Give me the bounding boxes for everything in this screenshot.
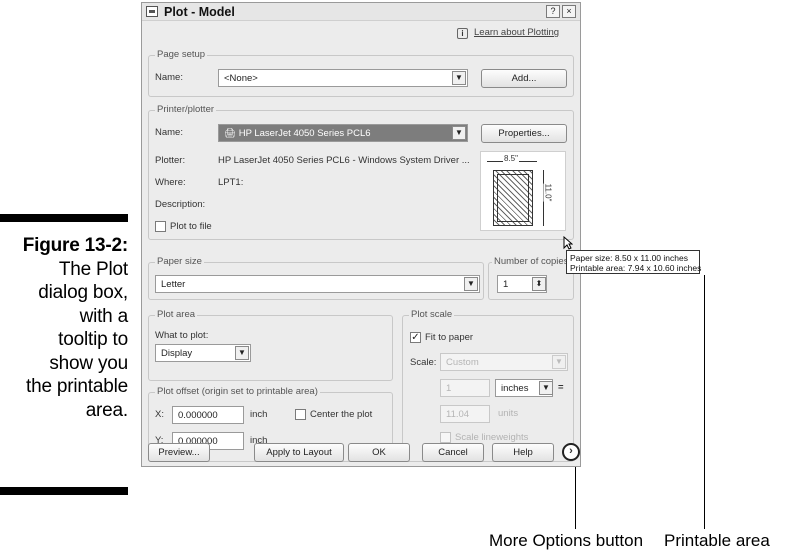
- figure-number: Figure 13-2:: [22, 235, 128, 256]
- caption-bar-top: [0, 214, 128, 222]
- plot-to-file-checkbox[interactable]: [155, 221, 166, 232]
- caption-line: show you: [49, 352, 128, 374]
- more-options-button[interactable]: ›: [562, 443, 580, 461]
- plotter-value: HP LaserJet 4050 Series PCL6 - Windows S…: [218, 155, 470, 166]
- preview-width-label: 8.5": [503, 154, 519, 163]
- plot-to-file-label: Plot to file: [170, 221, 212, 232]
- x-offset-unit: inch: [250, 409, 268, 420]
- chevron-down-icon[interactable]: ▼: [464, 277, 478, 291]
- chevron-right-icon: ›: [569, 445, 573, 457]
- printer-name-label: Name:: [155, 127, 183, 138]
- chevron-down-icon[interactable]: ▼: [552, 355, 566, 369]
- paper-sheet-icon: [493, 170, 533, 226]
- more-options-pointer-line: [575, 467, 576, 529]
- copies-spinner-icon[interactable]: ⬍: [532, 277, 546, 291]
- chevron-down-icon[interactable]: ▼: [452, 71, 466, 85]
- scale-lineweights-label: Scale lineweights: [455, 432, 529, 443]
- scale-lineweights-checkbox[interactable]: [440, 432, 451, 443]
- description-label: Description:: [155, 199, 206, 210]
- chevron-down-icon[interactable]: ▼: [235, 346, 249, 360]
- mouse-cursor-icon: [563, 236, 573, 250]
- page-setup-name-select[interactable]: <None>: [218, 69, 468, 87]
- paper-size-legend: Paper size: [155, 256, 204, 267]
- scale-numerator-input[interactable]: 1: [440, 379, 490, 397]
- scale-units-label: units: [498, 408, 519, 419]
- chevron-down-icon[interactable]: ▼: [539, 381, 553, 395]
- plot-dialog: Plot - Model ? × i Learn about Plotting …: [141, 2, 581, 467]
- plot-area-legend: Plot area: [155, 309, 198, 320]
- center-plot-label: Center the plot: [310, 409, 373, 420]
- page-setup-legend: Page setup: [155, 49, 208, 60]
- title-bar: Plot - Model ? ×: [142, 3, 580, 21]
- caption-bar-bottom: [0, 487, 128, 495]
- where-value: LPT1:: [218, 177, 244, 188]
- caption-line: tooltip to: [58, 329, 128, 350]
- fit-to-paper-checkbox[interactable]: ✓: [410, 332, 421, 343]
- x-offset-input[interactable]: 0.000000: [172, 406, 244, 424]
- fit-to-paper-label: Fit to paper: [425, 332, 474, 343]
- paper-size-select[interactable]: Letter: [155, 275, 480, 293]
- properties-button[interactable]: Properties...: [481, 124, 567, 143]
- info-icon: i: [457, 28, 468, 39]
- figure-caption: Figure 13-2: The Plot dialog box, with a…: [0, 234, 128, 422]
- what-to-plot-label: What to plot:: [155, 330, 209, 341]
- printer-icon: 🖨: [224, 128, 239, 139]
- caption-line: the printable: [26, 376, 128, 397]
- caption-line: The Plot: [58, 258, 128, 280]
- learn-about-plotting-link[interactable]: Learn about Plotting: [474, 27, 559, 38]
- dialog-title: Plot - Model: [164, 5, 235, 19]
- scale-select[interactable]: Custom: [440, 353, 568, 371]
- add-button[interactable]: Add...: [481, 69, 567, 88]
- caption-line: with a: [79, 305, 129, 327]
- center-plot-checkbox[interactable]: [295, 409, 306, 420]
- equals-sign: =: [558, 382, 564, 393]
- ok-button[interactable]: OK: [348, 443, 410, 462]
- paper-preview: 8.5" 11.0": [480, 151, 566, 231]
- chevron-down-icon[interactable]: ▼: [452, 126, 466, 140]
- printer-name-value: HP LaserJet 4050 Series PCL6: [238, 128, 371, 139]
- tooltip-printable-area: Printable area: 7.94 x 10.60 inches: [570, 263, 702, 273]
- printable-area-pointer-line: [704, 275, 705, 529]
- x-offset-label: X:: [155, 409, 164, 420]
- caption-line: area.: [85, 399, 129, 421]
- more-options-callout: More Options button: [489, 531, 644, 550]
- page-setup-name-label: Name:: [155, 72, 183, 83]
- number-of-copies-legend: Number of copies: [492, 256, 571, 267]
- caption-line: dialog box,: [38, 282, 128, 303]
- plot-scale-legend: Plot scale: [409, 309, 455, 320]
- scale-denominator-input[interactable]: 11.04: [440, 405, 490, 423]
- printable-area-tooltip: Paper size: 8.50 x 11.00 inches Printabl…: [566, 250, 702, 274]
- help-title-button[interactable]: ?: [546, 5, 560, 18]
- plotter-label: Plotter:: [155, 155, 186, 166]
- scale-label: Scale:: [410, 357, 437, 368]
- where-label: Where:: [155, 177, 186, 188]
- cancel-button[interactable]: Cancel: [422, 443, 484, 462]
- apply-to-layout-button[interactable]: Apply to Layout: [254, 443, 344, 462]
- plot-offset-legend: Plot offset (origin set to printable are…: [155, 386, 320, 397]
- printable-area-callout: Printable area: [664, 531, 770, 550]
- close-button[interactable]: ×: [562, 5, 576, 18]
- tooltip-paper-size: Paper size: 8.50 x 11.00 inches: [570, 253, 688, 263]
- printer-plotter-legend: Printer/plotter: [155, 104, 217, 115]
- printer-name-select[interactable]: 🖨 HP LaserJet 4050 Series PCL6: [218, 124, 468, 142]
- preview-button[interactable]: Preview...: [148, 443, 210, 462]
- help-button[interactable]: Help: [492, 443, 554, 462]
- preview-height-label: 11.0": [543, 183, 553, 202]
- plot-app-icon: [146, 6, 158, 17]
